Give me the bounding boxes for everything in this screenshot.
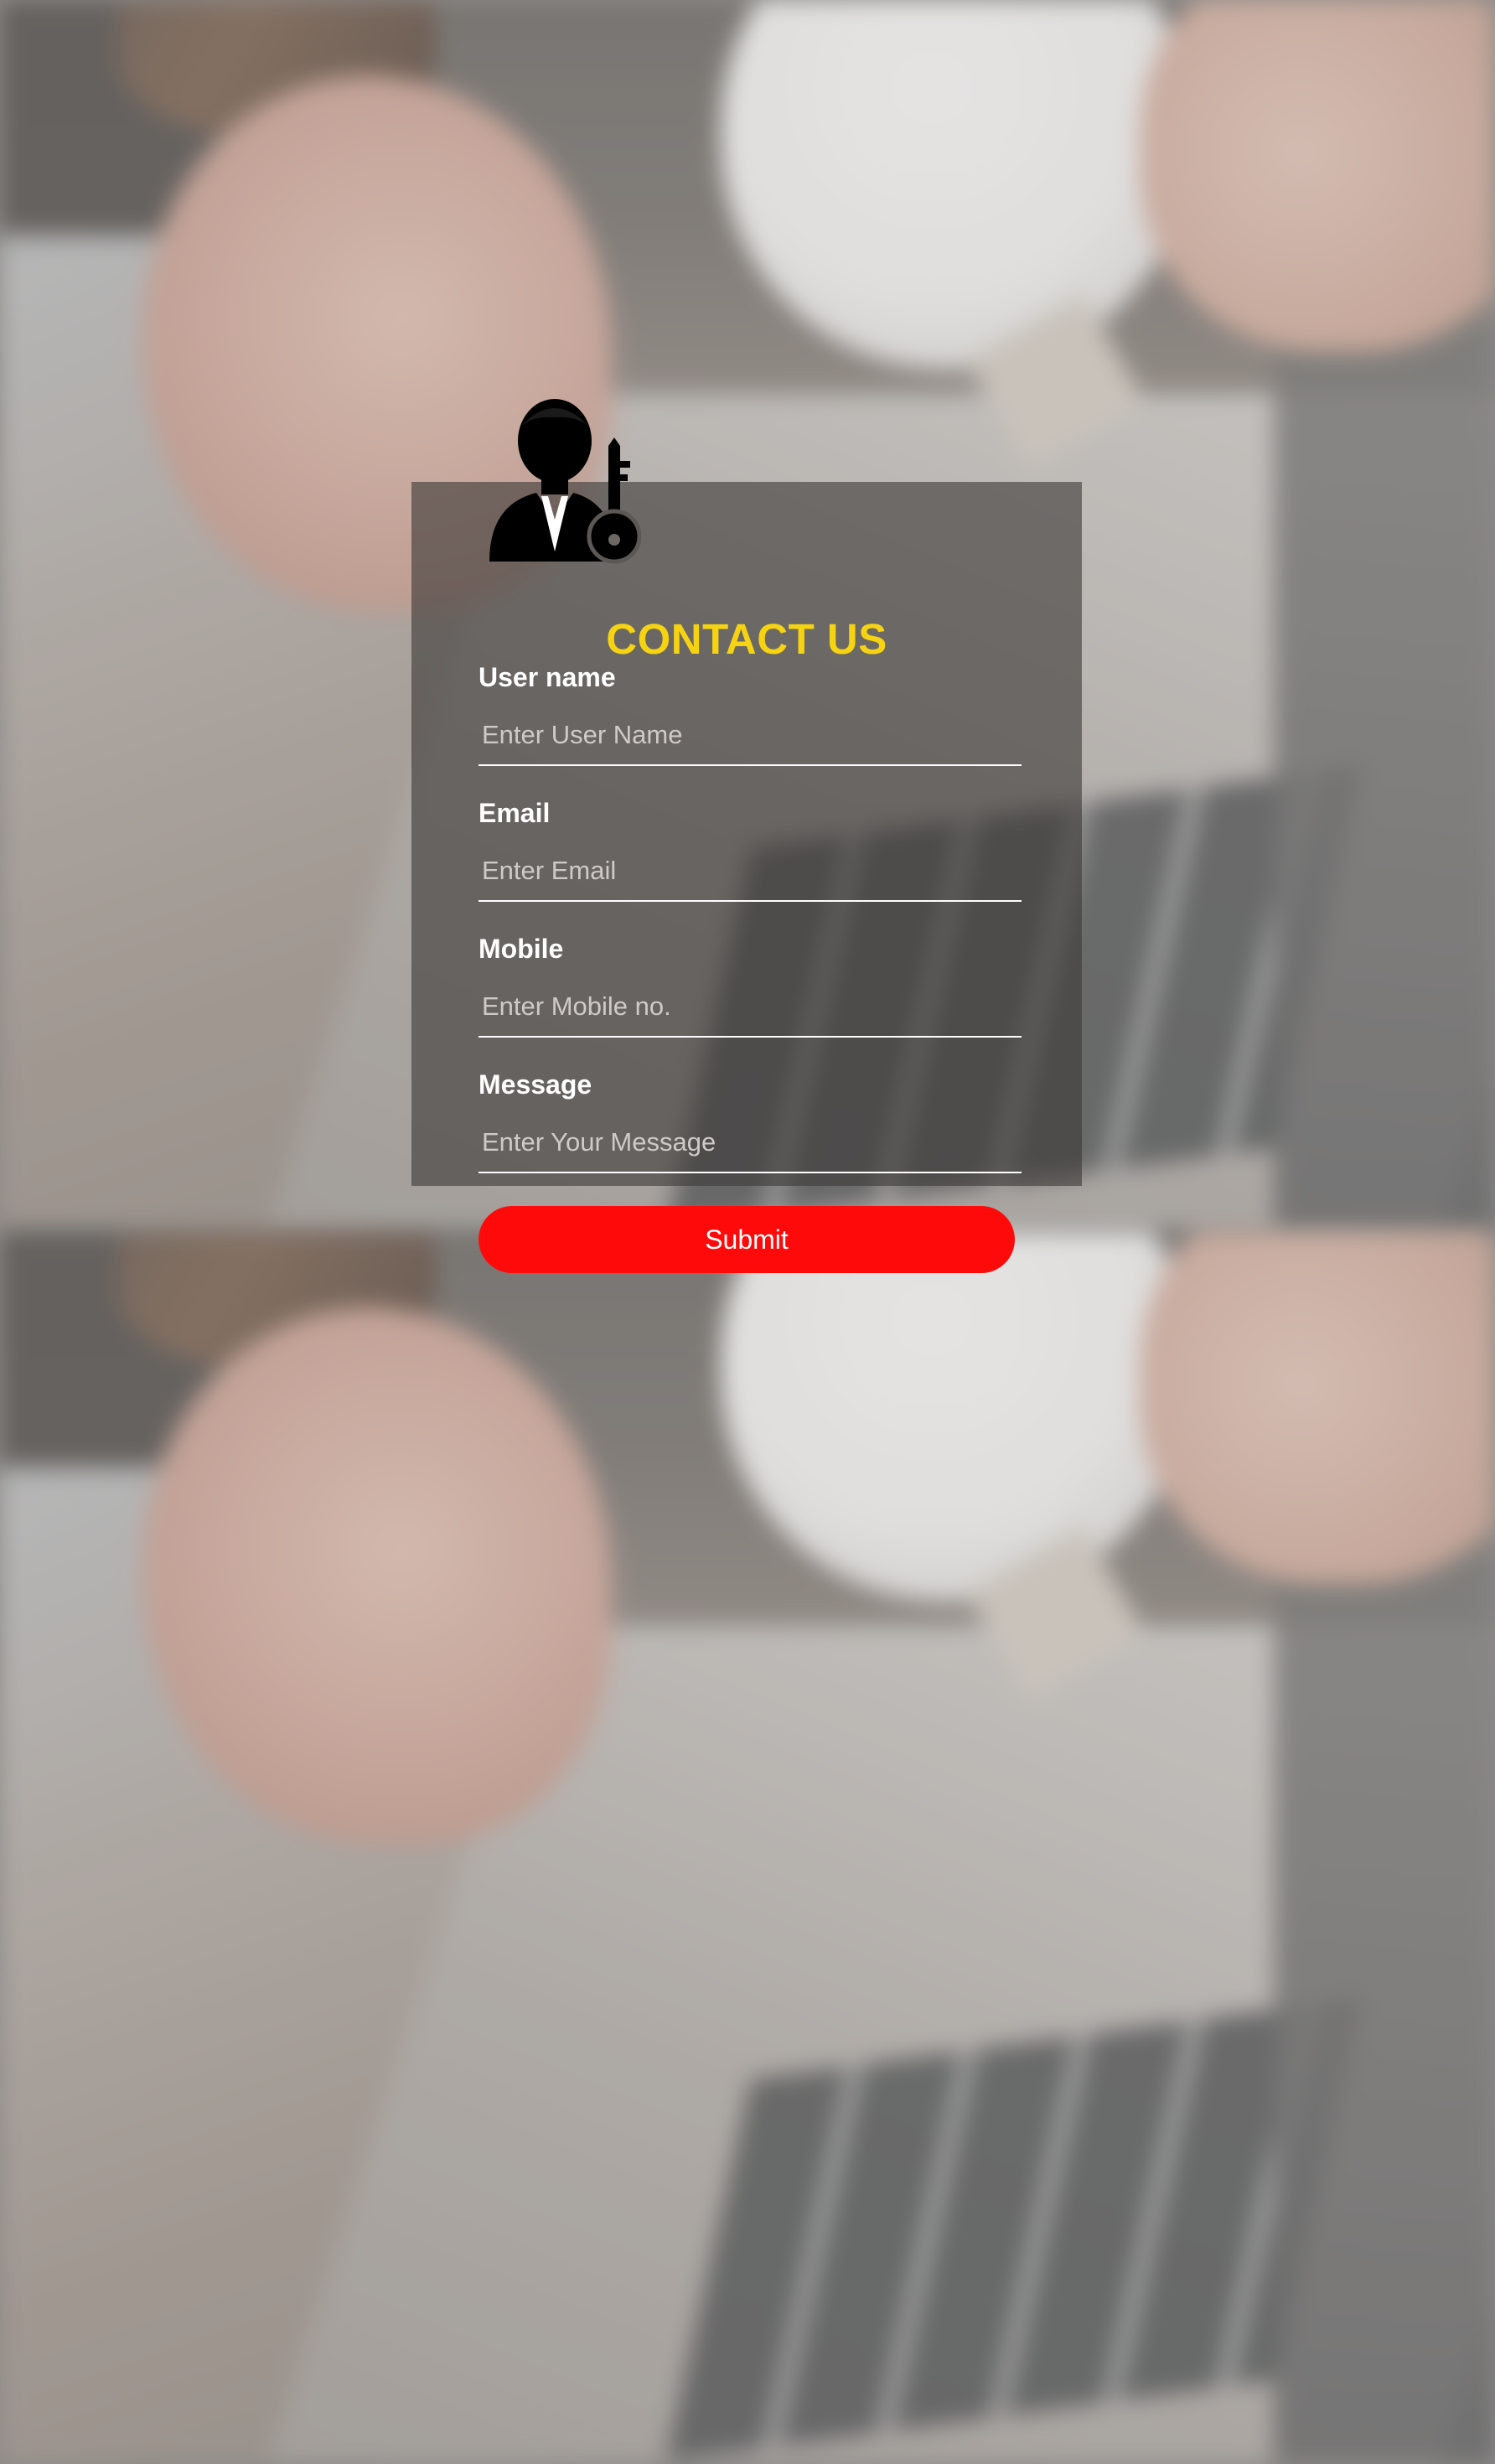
message-field-group: Message [479,1068,1022,1173]
email-input[interactable] [479,841,1022,902]
mobile-field-group: Mobile [479,932,1022,1038]
email-label: Email [479,798,551,828]
mobile-input[interactable] [479,977,1022,1038]
background-photo-repeat [0,1232,1495,2464]
user-key-icon [489,399,641,564]
email-field-group: Email [479,796,1022,902]
message-input[interactable] [479,1113,1022,1173]
message-label: Message [479,1069,592,1100]
username-input[interactable] [479,706,1022,766]
username-field-group: User name [479,660,1022,766]
mobile-label: Mobile [479,934,564,964]
submit-button[interactable]: Submit [479,1206,1015,1273]
username-label: User name [479,662,616,692]
